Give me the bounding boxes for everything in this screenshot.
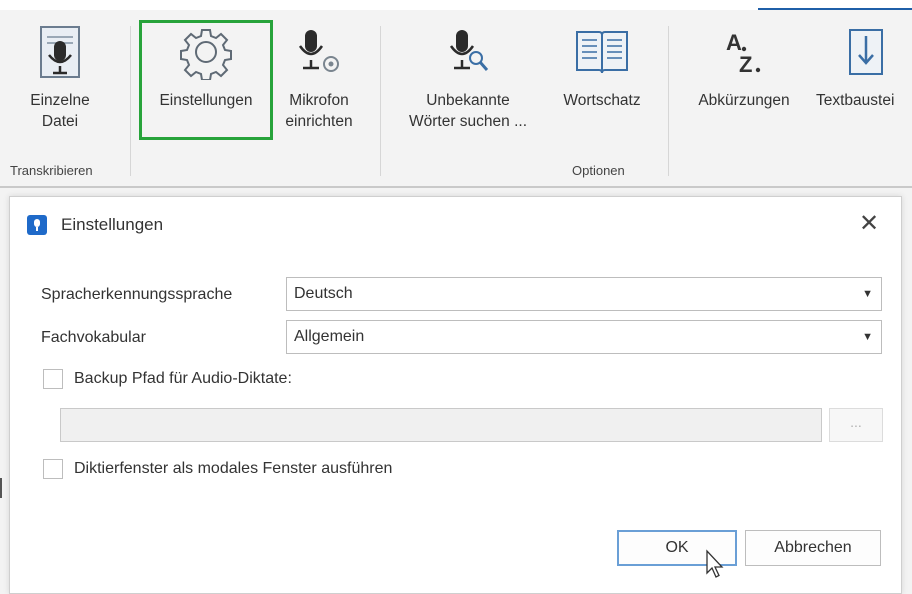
backup-path-label: Backup Pfad für Audio-Diktate: xyxy=(74,370,292,387)
single-file-button[interactable]: Einzelne Datei xyxy=(14,20,106,150)
language-label: Spracherkennungssprache xyxy=(41,286,233,303)
gear-icon xyxy=(174,20,238,84)
find-unknown-words-label: Unbekannte Wörter suchen ... xyxy=(408,92,527,130)
modal-window-label: Diktierfenster als modales Fenster ausfü… xyxy=(74,460,393,477)
modal-window-checkbox-row[interactable]: Diktierfenster als modales Fenster ausfü… xyxy=(43,459,392,479)
svg-text:Z: Z xyxy=(739,52,752,77)
az-abbreviation-icon: A Z xyxy=(712,20,776,84)
window-edge-mark xyxy=(0,478,2,498)
text-blocks-button[interactable]: Textbaustei xyxy=(812,20,912,150)
text-block-icon xyxy=(834,20,898,84)
close-icon[interactable]: ✕ xyxy=(855,209,883,237)
single-file-label: Einzelne Datei xyxy=(30,92,90,130)
book-icon xyxy=(570,20,634,84)
vocabulary-label: Fachvokabular xyxy=(41,329,146,346)
settings-label: Einstellungen xyxy=(159,92,253,109)
ribbon-bottom-border xyxy=(0,186,912,188)
text-blocks-label: Textbaustei xyxy=(816,92,895,109)
vocabulary-button[interactable]: Wortschatz xyxy=(547,20,657,150)
app-icon xyxy=(27,215,47,235)
abbreviations-label: Abkürzungen xyxy=(698,92,790,109)
ribbon-accent-line xyxy=(758,8,912,10)
modal-window-checkbox[interactable] xyxy=(43,459,63,479)
vocabulary-value: Allgemein xyxy=(294,328,365,345)
vocabulary-select[interactable]: Allgemein ▼ xyxy=(286,320,882,354)
group-label-transcribe: Transkribieren xyxy=(10,163,93,178)
find-unknown-words-button[interactable]: Unbekannte Wörter suchen ... xyxy=(393,20,543,150)
ribbon-group-separator xyxy=(130,26,131,176)
microphone-setup-label: Mikrofon einrichten xyxy=(285,92,353,130)
microphone-search-icon xyxy=(436,20,500,84)
microphone-setup-button[interactable]: Mikrofon einrichten xyxy=(274,20,364,150)
vocabulary-label: Wortschatz xyxy=(563,92,641,109)
backup-path-checkbox-row[interactable]: Backup Pfad für Audio-Diktate: xyxy=(43,369,292,389)
abbreviations-button[interactable]: A Z Abkürzungen xyxy=(680,20,808,150)
settings-dialog: Einstellungen ✕ Spracherkennungssprache … xyxy=(9,196,902,594)
language-select[interactable]: Deutsch ▼ xyxy=(286,277,882,311)
language-value: Deutsch xyxy=(294,285,353,302)
settings-button[interactable]: Einstellungen xyxy=(142,20,270,150)
ribbon-toolbar: Einzelne Datei Einstellungen Mikrofon ei… xyxy=(0,0,912,188)
cancel-button[interactable]: Abbrechen xyxy=(745,530,881,566)
backup-path-input[interactable] xyxy=(60,408,822,442)
microphone-file-icon xyxy=(28,20,92,84)
group-label-options: Optionen xyxy=(572,163,625,178)
browse-button[interactable]: ... xyxy=(829,408,883,442)
chevron-down-icon: ▼ xyxy=(862,331,873,343)
microphone-settings-icon xyxy=(287,20,351,84)
ribbon-group-separator xyxy=(380,26,381,176)
ribbon-group-separator xyxy=(668,26,669,176)
dialog-title: Einstellungen xyxy=(61,215,164,234)
mouse-pointer-icon xyxy=(705,549,727,584)
backup-path-checkbox[interactable] xyxy=(43,369,63,389)
dialog-title-bar: Einstellungen xyxy=(27,215,163,235)
chevron-down-icon: ▼ xyxy=(862,288,873,300)
